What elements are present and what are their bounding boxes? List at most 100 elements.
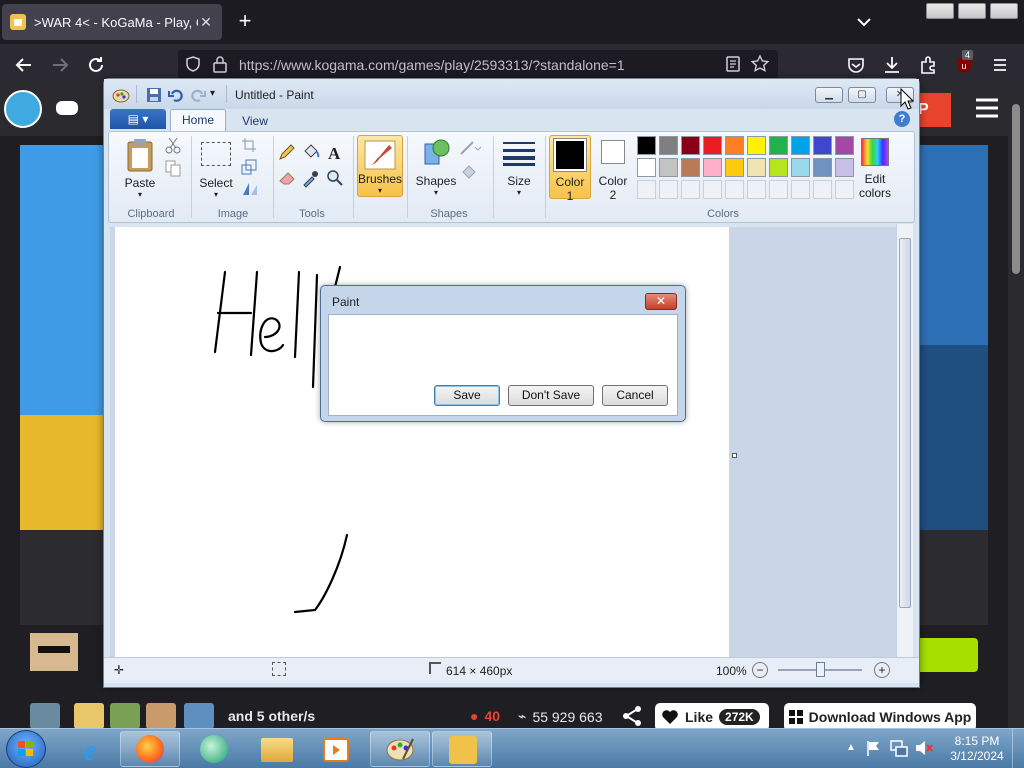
magnifier-icon[interactable] <box>325 168 347 190</box>
downloads-icon[interactable] <box>881 54 903 76</box>
paint-app-icon[interactable] <box>112 86 130 104</box>
show-desktop-button[interactable] <box>1012 729 1024 768</box>
zoom-out-icon[interactable]: − <box>752 662 768 678</box>
action-center-flag-icon[interactable] <box>866 739 882 757</box>
palette-color-swatch[interactable] <box>747 158 766 177</box>
palette-empty-swatch[interactable] <box>835 180 854 199</box>
undo-icon[interactable] <box>168 87 184 103</box>
file-explorer-app[interactable] <box>246 731 306 767</box>
game-view-left[interactable] <box>20 145 106 530</box>
tray-expand-icon[interactable]: ▲ <box>846 742 856 753</box>
palette-color-swatch[interactable] <box>769 136 788 155</box>
player-thumb[interactable] <box>146 703 176 729</box>
palette-empty-swatch[interactable] <box>725 180 744 199</box>
download-windows-app-button[interactable]: Download Windows App <box>784 703 976 731</box>
fill-bucket-icon[interactable] <box>301 142 323 164</box>
system-clock[interactable]: 8:15 PM 3/12/2024 <box>946 734 1008 764</box>
palette-empty-swatch[interactable] <box>769 180 788 199</box>
palette-color-swatch[interactable] <box>681 136 700 155</box>
palette-color-swatch[interactable] <box>659 136 678 155</box>
palette-empty-swatch[interactable] <box>747 180 766 199</box>
palette-empty-swatch[interactable] <box>681 180 700 199</box>
edit-colors-button[interactable]: Edit colors <box>855 136 895 202</box>
player-avatar[interactable] <box>30 633 78 671</box>
zoom-slider-thumb[interactable] <box>816 662 825 677</box>
browser-close-button[interactable] <box>990 3 1018 19</box>
reload-icon[interactable] <box>85 54 107 76</box>
crop-icon[interactable] <box>241 137 263 159</box>
address-bar[interactable]: https://www.kogama.com/games/play/259331… <box>178 50 778 80</box>
cancel-button[interactable]: Cancel <box>602 385 668 406</box>
back-arrow-icon[interactable] <box>13 54 35 76</box>
like-button[interactable]: Like 272K <box>655 703 769 731</box>
outline-icon[interactable] <box>459 138 481 160</box>
reader-view-icon[interactable] <box>724 55 742 73</box>
ublock-icon[interactable]: u 4 <box>953 50 975 76</box>
zoom-in-icon[interactable]: + <box>874 662 890 678</box>
help-icon[interactable]: ? <box>894 111 910 127</box>
save-icon[interactable] <box>146 87 162 103</box>
share-icon[interactable] <box>620 704 644 728</box>
palette-color-swatch[interactable] <box>725 136 744 155</box>
fill-icon[interactable] <box>459 162 481 184</box>
redo-icon[interactable] <box>190 87 206 103</box>
firefox-taskbar-app[interactable] <box>120 731 180 767</box>
palette-color-swatch[interactable] <box>703 136 722 155</box>
palette-color-swatch[interactable] <box>725 158 744 177</box>
color2-button[interactable]: Color 2 <box>593 135 633 202</box>
brushes-button[interactable]: Brushes ▾ <box>357 135 403 197</box>
pencil-icon[interactable] <box>277 142 299 164</box>
paint-minimize-button[interactable]: ▁ <box>815 87 843 103</box>
player-thumb[interactable] <box>30 703 60 729</box>
paint-title-bar[interactable]: ▾ Untitled - Paint ▁ ▢ ✕ <box>104 79 919 109</box>
canvas-vertical-scrollbar[interactable] <box>896 224 913 657</box>
green-action-button[interactable] <box>916 638 978 672</box>
browser-restore-button[interactable] <box>958 3 986 19</box>
size-button[interactable]: Size ▾ <box>497 136 541 202</box>
bookmark-star-icon[interactable] <box>750 54 770 74</box>
palette-color-swatch[interactable] <box>703 158 722 177</box>
browser-tab[interactable]: >WAR 4< - KoGaMa - Play, Cre ✕ <box>2 4 222 40</box>
palette-color-swatch[interactable] <box>791 136 810 155</box>
save-button[interactable]: Save <box>434 385 500 406</box>
tab-list-chevron-icon[interactable] <box>852 10 876 34</box>
palette-color-swatch[interactable] <box>681 158 700 177</box>
palette-empty-swatch[interactable] <box>703 180 722 199</box>
palette-empty-swatch[interactable] <box>813 180 832 199</box>
palette-color-swatch[interactable] <box>835 136 854 155</box>
color-picker-icon[interactable] <box>301 168 323 190</box>
gamepad-icon[interactable] <box>56 101 78 115</box>
player-thumb[interactable] <box>74 703 104 729</box>
play-button[interactable]: P <box>916 93 951 127</box>
tab-home[interactable]: Home <box>170 109 226 131</box>
palette-color-swatch[interactable] <box>835 158 854 177</box>
lock-icon[interactable] <box>212 55 228 73</box>
internet-explorer-icon[interactable]: e <box>74 733 106 765</box>
page-scrollbar[interactable] <box>1008 84 1024 728</box>
forward-arrow-icon[interactable] <box>49 54 71 76</box>
game-view-right[interactable] <box>918 145 988 530</box>
network-icon[interactable] <box>890 739 908 757</box>
start-button[interactable] <box>6 730 46 768</box>
tab-view[interactable]: View <box>232 111 278 131</box>
player-thumb[interactable] <box>110 703 140 729</box>
rotate-icon[interactable] <box>241 181 263 203</box>
site-menu-icon[interactable] <box>974 97 1000 119</box>
browser-minimize-button[interactable] <box>926 3 954 19</box>
palette-color-swatch[interactable] <box>637 158 656 177</box>
tab-close-icon[interactable]: ✕ <box>198 14 214 31</box>
tracking-shield-icon[interactable] <box>184 55 202 73</box>
media-app[interactable] <box>184 731 244 767</box>
palette-color-swatch[interactable] <box>659 158 678 177</box>
cut-icon[interactable] <box>164 136 186 158</box>
media-player-app[interactable] <box>306 731 366 767</box>
palette-color-swatch[interactable] <box>791 158 810 177</box>
new-tab-button[interactable]: + <box>234 10 256 34</box>
pocket-icon[interactable] <box>845 54 867 76</box>
shapes-button[interactable]: Shapes ▾ <box>413 136 459 202</box>
eraser-icon[interactable] <box>277 168 299 190</box>
palette-color-swatch[interactable] <box>813 136 832 155</box>
copy-icon[interactable] <box>164 159 186 181</box>
palette-color-swatch[interactable] <box>747 136 766 155</box>
extensions-icon[interactable] <box>917 54 939 76</box>
